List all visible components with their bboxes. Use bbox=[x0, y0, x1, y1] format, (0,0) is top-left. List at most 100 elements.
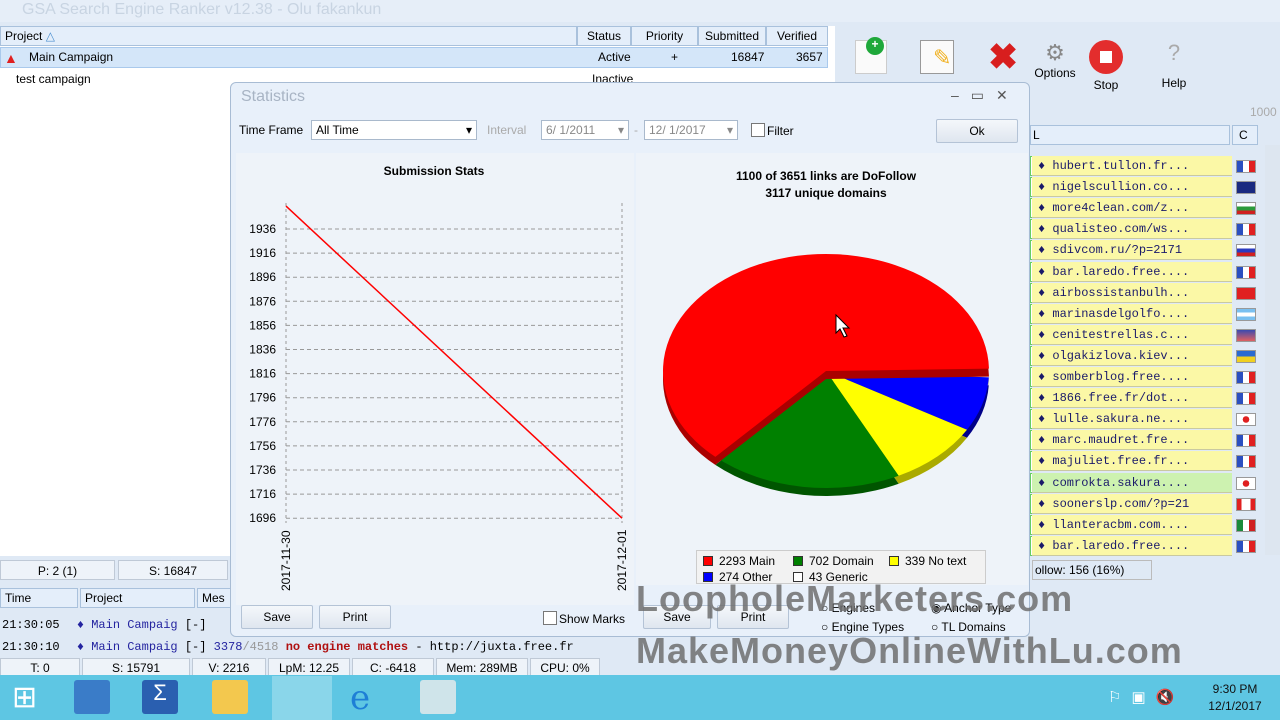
server-manager-icon[interactable] bbox=[74, 680, 110, 714]
url-list-item[interactable]: ♦ qualisteo.com/ws... bbox=[1032, 219, 1232, 240]
window-controls[interactable]: –▭✕ bbox=[951, 87, 1020, 104]
url-list-item[interactable]: ♦ marinasdelgolfo.... bbox=[1032, 303, 1232, 324]
link-type-pie-chart: 1100 of 3651 links are DoFollow 3117 uniq… bbox=[636, 153, 1028, 585]
y-tick-label: 1856 bbox=[249, 318, 276, 332]
url-list-item[interactable]: ♦ lulle.sakura.ne.... bbox=[1032, 409, 1232, 430]
url-list-item[interactable]: ♦ bar.laredo.free.... bbox=[1032, 535, 1232, 556]
filter-checkbox[interactable] bbox=[751, 123, 765, 137]
status-item: CPU: 0% bbox=[530, 658, 600, 676]
status-item: T: 0 bbox=[0, 658, 80, 676]
url-list-scrollbar[interactable] bbox=[1265, 145, 1280, 555]
col-status[interactable]: Status bbox=[577, 26, 631, 46]
project-submitted: 16847 bbox=[731, 50, 765, 64]
window-title: Statistics bbox=[241, 88, 306, 105]
project-name: test campaign bbox=[16, 72, 91, 86]
powershell-icon[interactable]: Σ bbox=[142, 680, 178, 714]
clock[interactable]: 9:30 PM 12/1/2017 bbox=[1200, 682, 1270, 713]
log-row: 21:30:10 ♦ Main Campaig [-] 3378/4518 no… bbox=[2, 640, 574, 654]
date-from[interactable]: 6/ 1/2011 ▾ bbox=[541, 120, 629, 140]
url-list-item[interactable]: ♦ comrokta.sakura.... bbox=[1032, 472, 1232, 493]
flag-fr-icon bbox=[1236, 265, 1256, 279]
flag-ua-icon bbox=[1236, 349, 1256, 363]
url-list-item[interactable]: ♦ bar.laredo.free.... bbox=[1032, 261, 1232, 282]
chart-title: Submission Stats bbox=[384, 164, 485, 178]
y-tick-label: 1696 bbox=[249, 511, 276, 525]
url-list-item[interactable]: ♦ hubert.tullon.fr... bbox=[1032, 156, 1232, 176]
url-list-item[interactable]: ♦ majuliet.free.fr... bbox=[1032, 451, 1232, 472]
print-chart-button[interactable]: Print bbox=[319, 605, 391, 629]
app-titlebar: GSA Search Engine Ranker v12.38 - Olu fa… bbox=[0, 0, 1280, 22]
col-log-project[interactable]: Project bbox=[80, 588, 195, 608]
legend-item: 339 No text bbox=[889, 554, 966, 568]
flag-fr-icon bbox=[1236, 455, 1256, 469]
file-explorer-icon[interactable] bbox=[212, 680, 248, 714]
internet-explorer-icon[interactable]: e bbox=[350, 678, 370, 718]
flag-mx-icon bbox=[1236, 518, 1256, 532]
col-verified[interactable]: Verified bbox=[766, 26, 828, 46]
flag-fr-icon bbox=[1236, 392, 1256, 406]
url-list-item[interactable]: ♦ somberblog.free.... bbox=[1032, 367, 1232, 387]
edit-project-button[interactable]: ✎ bbox=[920, 40, 954, 74]
url-list-item[interactable]: ♦ 1866.free.fr/dot... bbox=[1032, 388, 1232, 409]
stop-button[interactable]: Stop bbox=[1086, 40, 1126, 92]
col-country[interactable]: C bbox=[1232, 125, 1258, 145]
url-list-item[interactable]: ♦ olgakizlova.kiev... bbox=[1032, 345, 1232, 366]
col-submitted[interactable]: Submitted bbox=[698, 26, 766, 46]
url-list-item[interactable]: ♦ cenitestrellas.c... bbox=[1032, 324, 1232, 345]
flag-fr-icon bbox=[1236, 539, 1256, 553]
start-windows-icon[interactable]: ⊞ bbox=[12, 683, 37, 713]
minimize-icon: – bbox=[951, 87, 971, 103]
time-frame-select[interactable]: All Time ▾ bbox=[311, 120, 477, 140]
url-list-item[interactable]: ♦ nigelscullion.co... bbox=[1032, 177, 1232, 198]
flag-jp-icon bbox=[1236, 476, 1256, 490]
url-list-item[interactable]: ♦ llanteracbm.com.... bbox=[1032, 514, 1232, 535]
gear-icon: ⚙ bbox=[1045, 40, 1065, 65]
flag-tr-icon bbox=[1236, 286, 1256, 300]
delete-project-button[interactable]: ✖ bbox=[988, 36, 1018, 78]
y-tick-label: 1936 bbox=[249, 222, 276, 236]
flag-fr-icon bbox=[1236, 434, 1256, 448]
project-row-main[interactable]: ▲ Main Campaign Active + 16847 3657 bbox=[0, 47, 828, 68]
ok-button[interactable]: Ok bbox=[936, 119, 1018, 143]
add-project-button[interactable]: + bbox=[855, 37, 887, 74]
col-priority[interactable]: Priority bbox=[631, 26, 698, 46]
date-to[interactable]: 12/ 1/2017 ▾ bbox=[644, 120, 738, 140]
url-list-item[interactable]: ♦ more4clean.com/z... bbox=[1032, 198, 1232, 219]
show-marks-checkbox[interactable] bbox=[543, 611, 557, 625]
help-button[interactable]: ? Help bbox=[1154, 40, 1194, 90]
url-list-item[interactable]: ♦ soonerslp.com/?p=21 bbox=[1032, 493, 1232, 514]
maximize-icon: ▭ bbox=[970, 87, 997, 103]
tray-icons[interactable]: ⚐▣🔇 bbox=[1108, 688, 1184, 706]
network-icon: ▣ bbox=[1131, 689, 1156, 706]
col-project[interactable]: Project △ bbox=[0, 26, 577, 46]
flag-ar-icon bbox=[1236, 307, 1256, 321]
time-frame-label: Time Frame bbox=[239, 123, 304, 137]
project-priority: + bbox=[671, 50, 679, 64]
sort-asc-icon: △ bbox=[45, 29, 55, 43]
url-list-item[interactable]: ♦ airbossistanbulh... bbox=[1032, 282, 1232, 303]
save-chart-button[interactable]: Save bbox=[241, 605, 313, 629]
flag-ca-icon bbox=[1236, 497, 1256, 511]
col-time[interactable]: Time bbox=[0, 588, 78, 608]
gsa-ser-taskbar-icon[interactable] bbox=[272, 676, 332, 720]
url-list-item[interactable]: ♦ sdivcom.ru/?p=2171 bbox=[1032, 240, 1232, 261]
options-button[interactable]: ⚙ Options bbox=[1033, 40, 1077, 80]
chart-background bbox=[236, 153, 634, 605]
count-label: 1000 bbox=[1250, 105, 1277, 119]
y-tick-label: 1756 bbox=[249, 439, 276, 453]
x-tick-label: 2017-12-01 bbox=[615, 529, 629, 591]
y-tick-label: 1716 bbox=[249, 487, 276, 501]
stop-icon bbox=[1089, 40, 1123, 74]
show-marks-label: Show Marks bbox=[559, 612, 626, 626]
project-status: Active bbox=[598, 50, 631, 64]
flag-fr-icon bbox=[1236, 160, 1256, 173]
y-tick-label: 1736 bbox=[249, 463, 276, 477]
col-url[interactable]: L bbox=[1030, 125, 1230, 145]
flag-icon: ⚐ bbox=[1108, 689, 1132, 706]
options-label: Options bbox=[1034, 66, 1076, 80]
notepad-icon[interactable] bbox=[420, 680, 456, 714]
warning-icon: ▲ bbox=[4, 50, 18, 66]
url-list-item[interactable]: ♦ marc.maudret.fre... bbox=[1032, 430, 1232, 451]
col-label: Project bbox=[5, 29, 43, 43]
y-tick-label: 1776 bbox=[249, 415, 276, 429]
